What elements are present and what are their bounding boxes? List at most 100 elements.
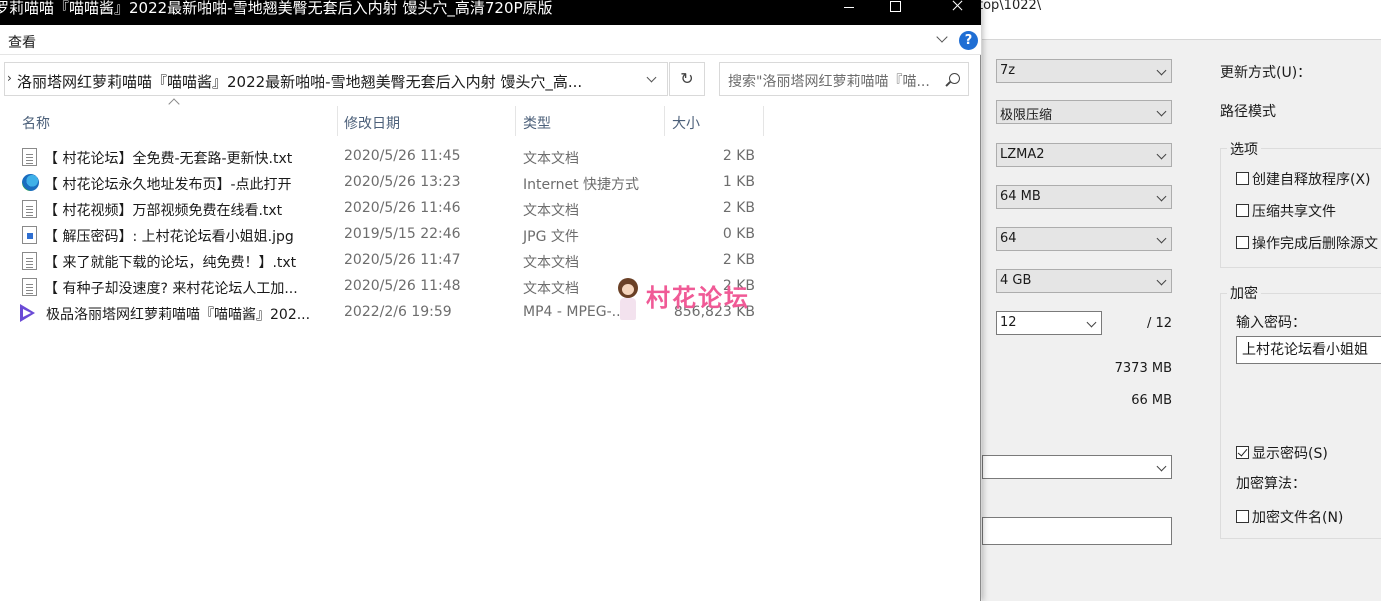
address-history-dropdown-icon[interactable]	[646, 72, 657, 83]
expand-ribbon-icon[interactable]	[936, 31, 948, 43]
solid-block-value: 4 GB	[1000, 273, 1032, 288]
archive-dialog: top\1022\ 7z 极限压缩 LZMA2 64 MB 64 4 GB 12…	[978, 0, 1381, 601]
password-input[interactable]: 上村花论坛看小姐姐	[1236, 336, 1381, 364]
file-size: 0 KB	[722, 226, 755, 242]
help-icon[interactable]: ?	[959, 31, 978, 50]
compression-method-value: LZMA2	[1000, 147, 1045, 162]
update-mode-select[interactable]	[982, 455, 1172, 479]
jpg-file-icon	[22, 226, 37, 244]
file-row[interactable]: 【 来了就能下载的论坛，纯免费！】.txt 2020/5/26 11:47 文本…	[20, 248, 780, 274]
compression-method-select[interactable]: LZMA2	[996, 143, 1172, 167]
encryption-title: 加密	[1227, 283, 1261, 303]
column-header-size[interactable]: 大小	[664, 106, 764, 136]
file-row[interactable]: 【 村花论坛】全免费-无套路-更新快.txt 2020/5/26 11:45 文…	[20, 144, 780, 170]
sfx-checkbox[interactable]: 创建自释放程序(X)	[1236, 169, 1371, 189]
text-file-icon	[22, 278, 37, 296]
chevron-down-icon	[1156, 461, 1167, 472]
chevron-down-icon	[1156, 233, 1167, 244]
column-header-name[interactable]: 名称	[14, 106, 338, 136]
text-file-icon	[22, 252, 37, 270]
shared-files-checkbox[interactable]: 压缩共享文件	[1236, 201, 1336, 221]
compression-level-select[interactable]: 极限压缩	[996, 100, 1172, 124]
password-label: 输入密码：	[1236, 315, 1306, 331]
archive-path-strip: top\1022\	[978, 0, 1381, 40]
file-size: 2 KB	[722, 200, 755, 216]
checkbox-checked-icon	[1236, 446, 1249, 459]
minimize-icon[interactable]	[826, 0, 872, 25]
refresh-icon[interactable]: ↻	[669, 62, 705, 96]
address-bar[interactable]: › 洛丽塔网红萝莉喵喵『喵喵酱』2022最新啪啪-雪地翘美臀无套后入内射 馒头穴…	[4, 62, 668, 96]
checkbox-box	[1236, 236, 1249, 249]
file-name: 【 有种子却没速度? 来村花论坛人工加...	[44, 281, 298, 297]
archive-format-select[interactable]: 7z	[996, 59, 1172, 83]
path-mode-label: 路径模式	[1220, 104, 1276, 120]
file-date: 2019/5/15 22:46	[344, 226, 461, 242]
window-title: 罗莉喵喵『喵喵酱』2022最新啪啪-雪地翘美臀无套后入内射 馒头穴_高清720P…	[0, 0, 553, 17]
search-input[interactable]: 搜索"洛丽塔网红萝莉喵喵『喵...	[719, 62, 969, 96]
tab-view[interactable]: 查看	[8, 32, 36, 52]
text-file-icon	[22, 148, 37, 166]
options-title: 选项	[1227, 139, 1261, 159]
shared-files-label: 压缩共享文件	[1252, 204, 1336, 220]
file-date: 2022/2/6 19:59	[344, 304, 452, 320]
file-size: 2 KB	[722, 252, 755, 268]
archive-path-text: top\1022\	[978, 0, 1042, 13]
chevron-down-icon	[1086, 317, 1097, 328]
threads-select[interactable]: 12	[996, 311, 1102, 335]
chevron-down-icon	[1156, 65, 1167, 76]
show-password-label: 显示密码(S)	[1252, 446, 1328, 462]
solid-block-select[interactable]: 4 GB	[996, 269, 1172, 293]
file-row[interactable]: 【 村花论坛永久地址发布页】-点此打开 2020/5/26 13:23 Inte…	[20, 170, 780, 196]
column-header-type[interactable]: 类型	[515, 106, 665, 136]
checkbox-box	[1236, 510, 1249, 523]
file-name: 【 解压密码】: 上村花论坛看小姐姐.jpg	[44, 229, 294, 245]
parameters-input[interactable]	[982, 517, 1172, 545]
chevron-down-icon	[1156, 191, 1167, 202]
word-size-value: 64	[1000, 231, 1017, 246]
encrypt-names-checkbox[interactable]: 加密文件名(N)	[1236, 507, 1343, 527]
file-name: 【 村花论坛】全免费-无套路-更新快.txt	[44, 151, 293, 167]
file-date: 2020/5/26 11:45	[344, 148, 461, 164]
dictionary-size-value: 64 MB	[1000, 189, 1041, 204]
file-name: 【 村花视频】万部视频免费在线看.txt	[44, 203, 283, 219]
file-type: JPG 文件	[523, 229, 579, 245]
column-header-size-label: 大小	[672, 116, 700, 132]
file-type: 文本文档	[523, 151, 579, 167]
show-password-checkbox[interactable]: 显示密码(S)	[1236, 443, 1328, 463]
close-icon[interactable]	[934, 0, 980, 25]
threads-total: / 12	[1146, 316, 1172, 331]
maximize-icon[interactable]	[872, 0, 918, 25]
encryption-method-label: 加密算法：	[1236, 476, 1306, 492]
search-icon	[949, 73, 960, 84]
file-date: 2020/5/26 13:23	[344, 174, 461, 190]
delete-after-label: 操作完成后删除源文	[1252, 236, 1378, 252]
address-path: 洛丽塔网红萝莉喵喵『喵喵酱』2022最新啪啪-雪地翘美臀无套后入内射 馒头穴_高…	[17, 73, 583, 91]
file-name: 【 村花论坛永久地址发布页】-点此打开	[44, 177, 292, 193]
threads-value: 12	[1000, 315, 1017, 330]
text-file-icon	[22, 200, 37, 218]
title-bar: 罗莉喵喵『喵喵酱』2022最新啪啪-雪地翘美臀无套后入内射 馒头穴_高清720P…	[0, 0, 981, 25]
watermark-doll-icon	[614, 276, 642, 324]
dictionary-size-select[interactable]: 64 MB	[996, 185, 1172, 209]
file-name: 【 来了就能下载的论坛，纯免费！】.txt	[44, 255, 297, 271]
file-size: 1 KB	[722, 174, 755, 190]
file-name: 极品洛丽塔网红萝莉喵喵『喵喵酱』202...	[46, 307, 311, 323]
column-header-date[interactable]: 修改日期	[336, 106, 516, 136]
breadcrumb-chevron-icon[interactable]: ›	[7, 71, 12, 85]
delete-after-checkbox[interactable]: 操作完成后删除源文	[1236, 233, 1378, 253]
file-row[interactable]: 【 村花视频】万部视频免费在线看.txt 2020/5/26 11:46 文本文…	[20, 196, 780, 222]
watermark: 村花论坛	[614, 276, 774, 326]
checkbox-box	[1236, 204, 1249, 217]
file-date: 2020/5/26 11:46	[344, 200, 461, 216]
file-row[interactable]: 【 解压密码】: 上村花论坛看小姐姐.jpg 2019/5/15 22:46 J…	[20, 222, 780, 248]
explorer-window: 罗莉喵喵『喵喵酱』2022最新啪啪-雪地翘美臀无套后入内射 馒头穴_高清720P…	[0, 0, 981, 601]
encrypt-names-label: 加密文件名(N)	[1252, 510, 1344, 526]
word-size-select[interactable]: 64	[996, 227, 1172, 251]
file-date: 2020/5/26 11:47	[344, 252, 461, 268]
column-header-date-label: 修改日期	[344, 116, 400, 132]
chevron-down-icon	[1156, 106, 1167, 117]
chevron-down-icon	[1156, 275, 1167, 286]
archive-format-value: 7z	[1000, 63, 1016, 78]
watermark-text: 村花论坛	[646, 284, 750, 312]
column-header-name-label: 名称	[22, 116, 50, 132]
